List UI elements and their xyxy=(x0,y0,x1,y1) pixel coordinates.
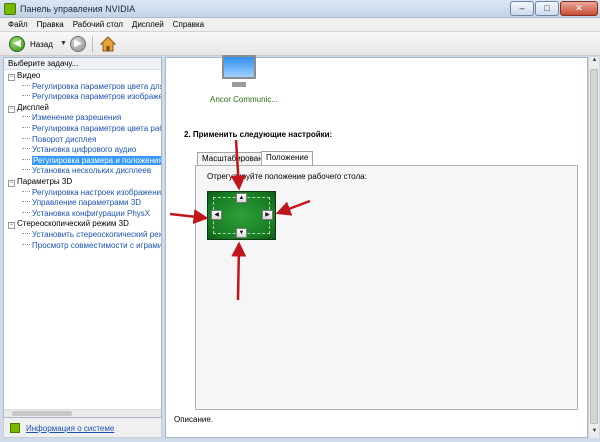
task-tree: −ВидеоРегулировка параметров цвета для в… xyxy=(4,71,161,411)
tree-item-label: Регулировка параметров цвета для вид xyxy=(32,81,161,91)
title-bar: Панель управления NVIDIA – □ ✕ xyxy=(0,0,600,18)
tree-task-link[interactable]: Поворот дисплея xyxy=(4,135,161,146)
tree-category[interactable]: − Параметры 3D xyxy=(4,177,161,188)
history-dropdown-icon[interactable]: ▼ xyxy=(60,40,67,47)
toolbar-separator xyxy=(92,36,93,52)
expand-collapse-icon[interactable]: − xyxy=(8,179,15,187)
horizontal-scrollbar[interactable] xyxy=(4,409,161,417)
tree-task-link[interactable]: Установить стереоскопический режим 3 xyxy=(4,230,161,241)
tree-task-link[interactable]: Установка цифрового аудио xyxy=(4,145,161,156)
menu-file[interactable]: Файл xyxy=(4,18,33,31)
tree-task-link[interactable]: Регулировка параметров цвета рабочег xyxy=(4,124,161,135)
move-right-button[interactable]: ▶ xyxy=(262,210,273,220)
menu-display[interactable]: Дисплей xyxy=(128,18,169,31)
window-controls: – □ ✕ xyxy=(509,1,598,16)
tree-item-label: Установить стереоскопический режим 3 xyxy=(32,229,161,239)
system-info-link[interactable]: Информация о системе xyxy=(26,424,114,433)
tree-task-link[interactable]: Регулировка параметров изображения д xyxy=(4,92,161,103)
tree-task-link[interactable]: Установка конфигурации PhysX xyxy=(4,209,161,220)
tree-item-label: Установка конфигурации PhysX xyxy=(32,208,151,218)
adjust-position-label: Отрегулируйте положение рабочего стола: xyxy=(207,172,367,181)
monitor-name[interactable]: Ancor Communic... xyxy=(210,95,278,104)
tree-item-label: Дисплей xyxy=(17,102,49,112)
tree-item-label: Просмотр совместимости с играми xyxy=(32,240,161,250)
scroll-down-icon[interactable]: ▼ xyxy=(589,428,600,438)
tree-item-label: Параметры 3D xyxy=(17,176,73,186)
task-pane-header: Выберите задачу... xyxy=(4,58,161,70)
back-button-label[interactable]: Назад xyxy=(30,40,53,49)
tree-category[interactable]: − Дисплей xyxy=(4,103,161,114)
tree-category[interactable]: − Стереоскопический режим 3D xyxy=(4,219,161,230)
menu-bar: Файл Правка Рабочий стол Дисплей Справка xyxy=(0,18,600,32)
expand-collapse-icon[interactable]: − xyxy=(8,105,15,113)
tree-item-label: Видео xyxy=(17,71,41,80)
description-label: Описание. xyxy=(174,415,214,424)
tree-item-label: Установка цифрового аудио xyxy=(32,145,137,155)
tree-item-label: Стереоскопический режим 3D xyxy=(17,219,129,229)
tree-task-link[interactable]: Просмотр совместимости с играми xyxy=(4,241,161,252)
tree-item-label: Регулировка параметров цвета рабочег xyxy=(32,123,161,133)
tab-position[interactable]: Положение xyxy=(261,151,314,165)
section-title: 2. Применить следующие настройки: xyxy=(184,130,333,139)
tree-item-label: Установка нескольких дисплеев xyxy=(32,166,152,176)
menu-desktop[interactable]: Рабочий стол xyxy=(69,18,128,31)
tree-task-link[interactable]: Регулировка размера и положения рабо xyxy=(4,155,161,167)
nvidia-logo-icon xyxy=(4,3,16,15)
tree-task-link[interactable]: Изменение разрешения xyxy=(4,113,161,124)
expand-collapse-icon[interactable]: − xyxy=(8,222,15,230)
tree-item-label: Управление параметрами 3D xyxy=(32,198,142,208)
tree-task-link[interactable]: Регулировка параметров цвета для вид xyxy=(4,82,161,93)
scrollbar-thumb[interactable] xyxy=(590,69,598,424)
vertical-scrollbar[interactable]: ▲ ▼ xyxy=(588,57,599,438)
display-monitor-icon[interactable] xyxy=(219,52,259,90)
scrollbar-thumb[interactable] xyxy=(12,411,72,416)
toolbar: ◀ Назад ▼ ▶ xyxy=(0,32,600,56)
window-title: Панель управления NVIDIA xyxy=(20,4,136,14)
menu-edit[interactable]: Правка xyxy=(33,18,69,31)
task-pane-footer: Информация о системе xyxy=(3,418,162,438)
forward-icon[interactable]: ▶ xyxy=(70,36,86,52)
scroll-up-icon[interactable]: ▲ xyxy=(589,57,600,67)
tree-task-link[interactable]: Регулировка настроек изображения с пр xyxy=(4,188,161,199)
move-up-button[interactable]: ▲ xyxy=(236,193,247,203)
tree-category[interactable]: − Видео xyxy=(4,71,161,82)
home-icon[interactable] xyxy=(100,36,116,52)
tree-item-label: Поворот дисплея xyxy=(32,134,97,144)
tree-item-label: Регулировка параметров изображения д xyxy=(32,92,161,102)
tree-task-link[interactable]: Управление параметрами 3D xyxy=(4,198,161,209)
task-pane: Выберите задачу... − Видео Регулировка пар… xyxy=(3,57,162,418)
minimize-button[interactable]: – xyxy=(510,1,534,16)
tree-task-link[interactable]: Установка нескольких дисплеев xyxy=(4,166,161,177)
maximize-button[interactable]: □ xyxy=(535,1,559,16)
move-left-button[interactable]: ◀ xyxy=(211,210,222,220)
tree-item-label: Регулировка размера и положения рабо xyxy=(32,155,161,165)
tree-item-label: Регулировка настроек изображения с пр xyxy=(32,187,161,197)
close-button[interactable]: ✕ xyxy=(560,1,598,16)
system-info-icon xyxy=(10,423,20,433)
tree-item-label: Изменение разрешения xyxy=(32,113,122,123)
desktop-position-preview: ▲ ▼ ◀ ▶ xyxy=(207,191,276,240)
expand-collapse-icon[interactable]: − xyxy=(8,74,15,81)
back-icon[interactable]: ◀ xyxy=(9,36,25,52)
move-down-button[interactable]: ▼ xyxy=(236,228,247,238)
menu-help[interactable]: Справка xyxy=(169,18,209,31)
